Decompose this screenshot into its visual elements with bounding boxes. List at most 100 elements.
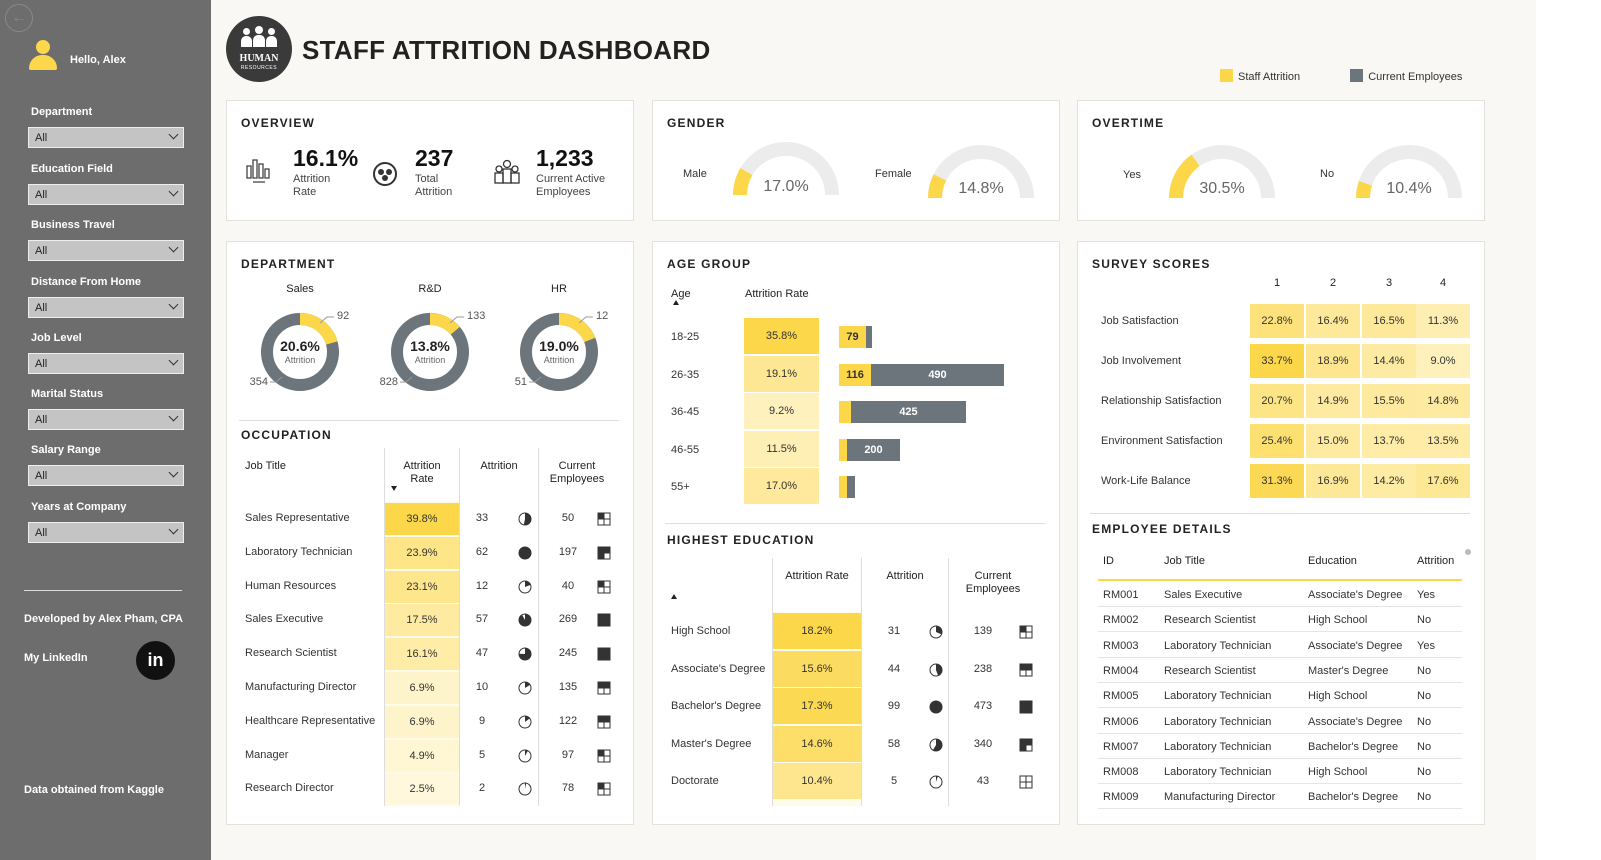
scrollbar-thumb[interactable] (1465, 549, 1471, 555)
emp-header-cell: ID (1103, 555, 1114, 567)
section-divider (1090, 513, 1470, 514)
filter-job-level-select[interactable]: All (28, 353, 184, 374)
table-row[interactable] (1098, 734, 1462, 759)
survey-score-cell: 18.9% (1306, 344, 1360, 378)
emp-cell: RM001 (1103, 589, 1139, 601)
sort-asc-icon[interactable] (671, 594, 677, 599)
edu-current-value: 139 (973, 625, 993, 637)
grid-icon (597, 749, 611, 763)
survey-score-cell: 15.0% (1306, 424, 1360, 458)
dept-attrition-count: 133 (467, 310, 486, 322)
chevron-down-icon (168, 467, 179, 478)
greeting-text: Hello, Alex (70, 54, 126, 66)
table-row[interactable] (1098, 658, 1462, 683)
kpi-attrition-rate-label: Attrition Rate (293, 173, 331, 198)
pie-icon (929, 775, 943, 789)
edu-rate-cell: 10.4% (773, 763, 861, 799)
kpi-current-employees-value: 1,233 (536, 145, 594, 171)
filter-education-field-label: Education Field (31, 163, 113, 175)
table-row[interactable] (1098, 784, 1462, 810)
edu-header-rate: Attrition Rate (785, 570, 849, 582)
edu-current-value: 238 (973, 662, 993, 675)
department-title: DEPARTMENT (241, 257, 336, 271)
filter-business-travel-select[interactable]: All (28, 240, 184, 261)
table-row[interactable] (1098, 607, 1462, 633)
pie-icon (518, 647, 532, 661)
pie-icon (518, 782, 532, 796)
chevron-down-icon (168, 186, 179, 197)
overview-title: OVERVIEW (241, 116, 316, 130)
occ-job-title: Laboratory Technician (245, 545, 353, 558)
filter-education-field-select[interactable]: All (28, 184, 184, 205)
dept-1-donut-group: R&D 13.8% Attrition 133 828 (370, 280, 490, 410)
survey-score-cell: 9.0% (1416, 344, 1470, 378)
emp-header-cell: Attrition (1417, 555, 1455, 567)
age-label: 46-55 (671, 443, 700, 456)
grid-icon (597, 782, 611, 796)
pie-icon (518, 613, 532, 627)
edu-rate-cell: 18.2% (773, 613, 861, 649)
grid-icon (597, 512, 611, 526)
chevron-down-icon (168, 355, 179, 366)
occ-col-divider (538, 448, 539, 806)
emp-cell: No (1417, 614, 1432, 627)
table-row[interactable] (1098, 709, 1462, 734)
emp-cell: Laboratory Technician (1164, 690, 1272, 703)
occ-job-title: Sales Executive (245, 613, 324, 626)
emp-cell: Yes (1417, 639, 1435, 652)
filter-marital-status-select[interactable]: All (28, 409, 184, 430)
donut-attrition-segment (558, 313, 596, 343)
age-rate-cell: 11.5% (744, 430, 819, 467)
back-arrow-icon[interactable]: ← (5, 4, 33, 32)
filter-department-select[interactable]: All (28, 127, 184, 148)
age-education-card: AGE GROUP Age Attrition Rate 18-25 35.8% 7… (652, 241, 1060, 825)
gender-male-label: Male (683, 168, 707, 180)
linkedin-label[interactable]: My LinkedIn (24, 652, 88, 664)
emp-cell: Manufacturing Director (1164, 791, 1276, 804)
developer-credit: Developed by Alex Pham, CPA (24, 613, 183, 625)
occ-header-rate[interactable]: Attrition Rate (385, 460, 459, 486)
grid-icon (597, 613, 611, 627)
table-row[interactable] (1098, 633, 1462, 658)
emp-cell: High School (1308, 614, 1368, 627)
survey-employees-card: SURVEY SCORES 1 2 3 4 Job Satisfaction 22.8% 1… (1077, 241, 1485, 825)
grid-icon (1019, 775, 1033, 789)
survey-score-cell: 16.4% (1306, 304, 1360, 338)
age-title: AGE GROUP (667, 257, 752, 271)
occ-rate-cell: 23.1% (385, 570, 459, 603)
user-avatar-icon (28, 40, 58, 72)
sort-asc-icon[interactable] (673, 300, 679, 305)
dept-2-donut-group: HR 19.0% Attrition 12 51 (499, 280, 619, 410)
emp-cell: RM003 (1103, 639, 1139, 652)
occ-rate-cell: 23.9% (385, 536, 459, 569)
grid-icon (597, 681, 611, 695)
survey-score-cell: 15.5% (1362, 384, 1416, 418)
filter-salary-range-select[interactable]: All (28, 465, 184, 486)
table-row[interactable] (1098, 582, 1462, 607)
logo-subtext: RESOURCES (240, 65, 278, 71)
legend-label-attrition: Staff Attrition (1238, 71, 1301, 83)
linkedin-icon[interactable]: in (136, 641, 175, 680)
pie-icon (929, 738, 943, 751)
edu-current-value: 473 (973, 700, 993, 712)
edu-col-divider (948, 558, 949, 806)
table-row[interactable] (1098, 759, 1462, 785)
pie-icon (929, 625, 943, 639)
emp-cell: Bachelor's Degree (1308, 791, 1399, 804)
filter-distance-select[interactable]: All (28, 297, 184, 318)
kpi-attrition-rate-value: 16.1% (293, 145, 359, 171)
dept-current-count: 828 (379, 376, 398, 388)
emp-cell: Yes (1417, 589, 1435, 601)
survey-score-cell: 14.9% (1306, 384, 1360, 418)
occ-rate-cell: 39.8% (385, 503, 459, 535)
dashboard-canvas: HUMAN RESOURCES STAFF ATTRITION DASHBOAR… (211, 0, 1536, 860)
edu-attrition-value: 44 (887, 662, 901, 675)
pie-icon (929, 700, 943, 714)
table-row[interactable] (1098, 683, 1462, 709)
occ-attrition-value: 47 (475, 647, 489, 660)
chevron-down-icon (168, 299, 179, 310)
dept-rate-value: 19.0% (539, 338, 579, 354)
filter-years-select[interactable]: All (28, 522, 184, 543)
sort-desc-icon[interactable] (391, 486, 397, 491)
age-current-bar: 200 (847, 438, 900, 461)
